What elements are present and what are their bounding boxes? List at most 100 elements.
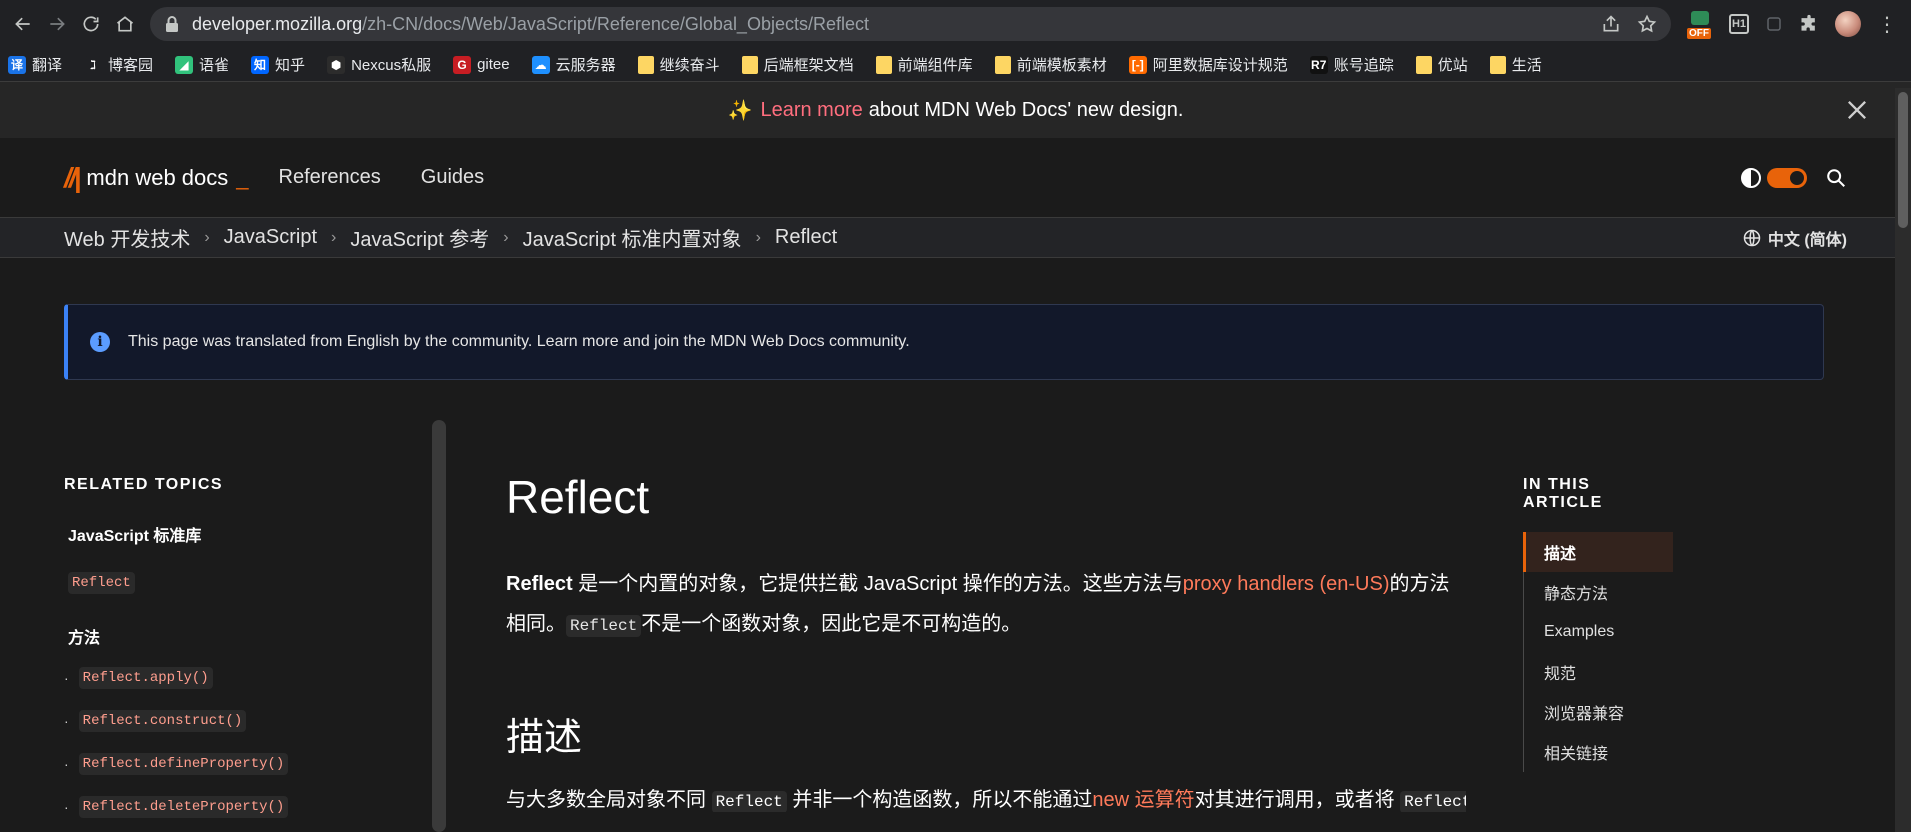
chevron-right-icon: › bbox=[204, 228, 210, 246]
bookmark-item[interactable]: [-] 阿里数据库设计规范 bbox=[1128, 54, 1288, 75]
method-link[interactable]: Reflect.construct() bbox=[78, 709, 247, 732]
forward-icon[interactable] bbox=[40, 7, 74, 41]
toc-list: 描述 静态方法 Examples 规范 浏览器兼容 相关链接 bbox=[1523, 532, 1673, 772]
sidebar-methods-heading[interactable]: 方法 bbox=[68, 624, 424, 648]
bookmark-item[interactable]: 优站 bbox=[1415, 54, 1468, 75]
bookmark-item[interactable]: Ggitee bbox=[453, 55, 510, 74]
reload-icon[interactable] bbox=[74, 7, 108, 41]
bookmark-item[interactable]: 译翻译 bbox=[8, 54, 62, 75]
close-icon[interactable] bbox=[1843, 96, 1871, 124]
bookmark-item[interactable]: ℷ 博客园 bbox=[84, 54, 153, 75]
bookmark-item[interactable]: 知知乎 bbox=[251, 54, 305, 75]
bookmark-label: 知乎 bbox=[275, 57, 306, 74]
theme-switch[interactable] bbox=[1767, 167, 1807, 188]
breadcrumb-js-reference[interactable]: JavaScript 参考 bbox=[350, 223, 489, 252]
menu-references[interactable]: References bbox=[279, 166, 381, 189]
bookmark-label: 博客园 bbox=[108, 57, 154, 74]
page-scrollbar[interactable] bbox=[1895, 88, 1911, 832]
sparkle-icon: ✨ bbox=[727, 99, 753, 122]
chevron-right-icon: › bbox=[503, 228, 509, 246]
breadcrumb-web[interactable]: Web 开发技术 bbox=[64, 223, 190, 252]
bullet: · bbox=[64, 798, 69, 815]
sidebar-method-item[interactable]: · Reflect.defineProperty() bbox=[64, 742, 424, 785]
bookmark-item[interactable]: 继续奋斗 bbox=[637, 54, 720, 75]
sidebar-scrollbar[interactable] bbox=[432, 420, 446, 832]
home-icon[interactable] bbox=[108, 7, 142, 41]
bookmark-label: 后端框架文档 bbox=[763, 57, 854, 74]
bookmark-label: 生活 bbox=[1511, 57, 1542, 74]
sidebar-method-item[interactable]: · Reflect.construct() bbox=[64, 699, 424, 742]
site-header: //| mdn web docs _ References Guides bbox=[0, 138, 1911, 218]
bookmark-item[interactable]: 生活 bbox=[1489, 54, 1542, 75]
chevron-right-icon: › bbox=[331, 228, 337, 246]
gitee-icon: G bbox=[453, 55, 472, 74]
intro-code: Reflect bbox=[566, 615, 642, 637]
new-operator-link[interactable]: new 运算符 bbox=[1092, 789, 1194, 811]
method-link[interactable]: Reflect.deleteProperty() bbox=[78, 795, 289, 818]
info-icon: i bbox=[90, 332, 110, 352]
desc-code: Reflect bbox=[711, 791, 787, 812]
mdn-logo[interactable]: //| mdn web docs _ bbox=[64, 162, 249, 194]
lock-icon[interactable] bbox=[164, 15, 180, 33]
intro-text: 不是一个函数对象，因此它是不可构造的。 bbox=[641, 613, 1022, 635]
banner-learn-more-link[interactable]: Learn more bbox=[760, 99, 862, 122]
desc-text: 对其进行调用，或者将 bbox=[1194, 789, 1395, 811]
sidebar-method-item[interactable]: · Reflect.apply() bbox=[64, 656, 424, 699]
method-link[interactable]: Reflect.defineProperty() bbox=[78, 752, 289, 775]
bookmark-label: 前端模板素材 bbox=[1016, 57, 1107, 74]
extension-grey-icon[interactable] bbox=[1765, 15, 1783, 33]
method-link[interactable]: Reflect.apply() bbox=[78, 666, 213, 689]
sidebar-method-item[interactable]: · Reflect.deleteProperty() bbox=[64, 785, 424, 828]
address-bar[interactable]: developer.mozilla.org/zh-CN/docs/Web/Jav… bbox=[150, 7, 1671, 41]
profile-avatar[interactable] bbox=[1835, 11, 1861, 37]
bookmark-label: Nexcus私服 bbox=[351, 57, 432, 74]
bullet: · bbox=[64, 712, 69, 729]
extensions-puzzle-icon[interactable] bbox=[1799, 14, 1819, 34]
star-icon[interactable] bbox=[1637, 14, 1657, 34]
proxy-handlers-link[interactable]: proxy handlers (en-US) bbox=[1183, 573, 1390, 595]
folder-icon bbox=[1489, 55, 1506, 74]
intro-text: 是一个内置的对象，它提供拦截 JavaScript 操作的方法。这些方法与 bbox=[572, 573, 1183, 595]
bookmark-item[interactable]: R7 账号追踪 bbox=[1309, 54, 1394, 75]
toc-item[interactable]: 规范 bbox=[1524, 652, 1673, 692]
bookmark-label: 继续奋斗 bbox=[659, 57, 720, 74]
desc-code: Reflect bbox=[1400, 791, 1466, 812]
toc-item[interactable]: 浏览器兼容 bbox=[1524, 692, 1673, 732]
menu-guides[interactable]: Guides bbox=[421, 166, 484, 189]
cnblogs-icon: ℷ bbox=[84, 55, 103, 74]
sidebar-current-reflect[interactable]: Reflect bbox=[68, 572, 135, 594]
extension-h1-icon[interactable]: H1 bbox=[1729, 14, 1749, 34]
bookmark-item[interactable]: 后端框架文档 bbox=[741, 54, 854, 75]
folder-icon bbox=[637, 55, 654, 74]
bookmark-item[interactable]: ◢ 语雀 bbox=[175, 54, 229, 75]
folder-icon bbox=[1415, 55, 1432, 74]
breadcrumb-javascript[interactable]: JavaScript bbox=[224, 226, 317, 249]
notice-text[interactable]: This page was translated from English by… bbox=[128, 333, 910, 351]
sidebar-methods-list: · Reflect.apply() · Reflect.construct() · R… bbox=[64, 656, 424, 828]
breadcrumb-reflect[interactable]: Reflect bbox=[775, 226, 837, 249]
nexus-icon: ⬢ bbox=[327, 55, 346, 74]
browser-toolbar: developer.mozilla.org/zh-CN/docs/Web/Jav… bbox=[0, 0, 1911, 48]
bookmark-item[interactable]: 前端组件库 bbox=[875, 54, 973, 75]
theme-toggle[interactable] bbox=[1741, 167, 1807, 188]
bookmark-label: 优站 bbox=[1437, 57, 1468, 74]
scrollbar-thumb[interactable] bbox=[1898, 92, 1908, 228]
sidebar-standard-library[interactable]: JavaScript 标准库 bbox=[68, 522, 424, 546]
toc-item[interactable]: 相关链接 bbox=[1524, 732, 1673, 772]
bookmark-label: 翻译 bbox=[32, 57, 63, 74]
table-of-contents: IN THIS ARTICLE 描述 静态方法 Examples 规范 浏览器兼容 相关链… bbox=[1523, 476, 1673, 772]
back-icon[interactable] bbox=[6, 7, 40, 41]
extension-off-icon[interactable]: OFF bbox=[1687, 11, 1713, 39]
toc-item[interactable]: 描述 bbox=[1523, 532, 1673, 572]
share-icon[interactable] bbox=[1601, 14, 1621, 34]
chrome-menu-icon[interactable]: ⋮ bbox=[1877, 12, 1897, 37]
search-icon[interactable] bbox=[1825, 167, 1847, 189]
bookmark-item[interactable]: 前端模板素材 bbox=[994, 54, 1107, 75]
bookmark-item[interactable]: ⬢ Nexcus私服 bbox=[327, 54, 431, 75]
bookmark-item[interactable]: ☁ 云服务器 bbox=[531, 54, 616, 75]
toc-item[interactable]: Examples bbox=[1524, 612, 1673, 652]
theme-contrast-icon bbox=[1741, 167, 1761, 188]
toc-item[interactable]: 静态方法 bbox=[1524, 572, 1673, 612]
breadcrumb-global-objects[interactable]: JavaScript 标准内置对象 bbox=[523, 223, 742, 252]
language-selector[interactable]: 中文 (简体) bbox=[1742, 226, 1847, 250]
